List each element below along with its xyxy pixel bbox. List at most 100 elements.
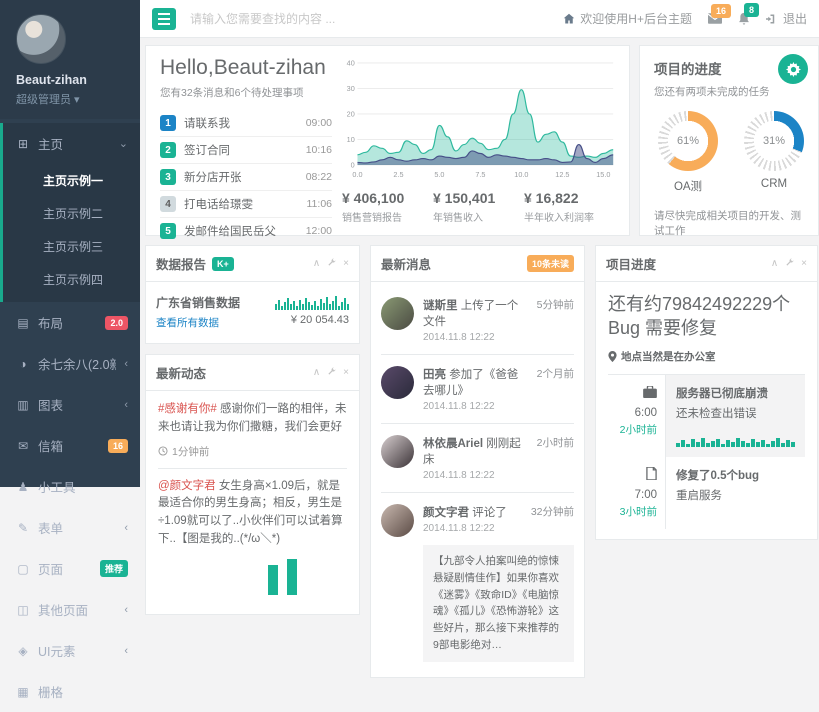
stats-row: ¥ 406,100 销售营销报告 ¥ 150,401 年销售收入 ¥ 16,82…: [342, 190, 615, 224]
yinyang-icon: ◑: [16, 357, 30, 371]
activity-item: @颜文字君 女生身高×1.09后，就是最适合你的男生身高；相反，男生是÷1.09…: [158, 469, 347, 604]
todo-number-badge: 2: [160, 142, 176, 158]
timeline: 6:00 2小时前 服务器已彻底崩溃 还未检查出错误: [608, 374, 805, 529]
svg-text:2.5: 2.5: [393, 171, 403, 179]
settings-button[interactable]: [778, 54, 808, 84]
project-progress-panel: 项目的进度 您还有两项未完成的任务 61% OA测 31% CRM 请尽快完成相…: [639, 45, 819, 236]
view-all-data-link[interactable]: 查看所有数据: [156, 315, 219, 330]
panel-title: 数据报告: [156, 254, 206, 273]
progress-subtitle: 您还有两项未完成的任务: [654, 84, 804, 99]
collapse-icon[interactable]: ∧: [313, 258, 320, 269]
todo-item[interactable]: 1 请联系我 09:00: [160, 110, 332, 137]
messages-button[interactable]: 16: [708, 13, 722, 24]
news-item[interactable]: 林依晨Ariel 刚刚起床 2014.11.8 12:22 2小时前: [381, 424, 574, 493]
timeline-item: 6:00 2小时前 服务器已彻底崩溃 还未检查出错误: [608, 375, 805, 457]
sidebar-item-other-pages[interactable]: ◫ 其他页面 ‹: [0, 589, 140, 630]
todo-item[interactable]: 4 打电话给璟雯 11:06: [160, 191, 332, 218]
sign-out-icon: [766, 13, 778, 25]
wrench-icon[interactable]: [327, 258, 336, 270]
wrench-icon[interactable]: [327, 367, 336, 379]
chevron-down-icon: ⌄: [119, 137, 128, 150]
mail-count-badge: 16: [108, 439, 128, 453]
stat-annual-revenue: ¥ 150,401 年销售收入: [433, 190, 524, 224]
collapse-icon[interactable]: ∧: [313, 367, 320, 378]
sidebar-toggle-button[interactable]: [152, 8, 176, 30]
unread-badge: 10条未读: [527, 255, 574, 272]
page-icon: ▢: [16, 562, 30, 576]
sidebar-item-pages[interactable]: ▢ 页面 推荐: [0, 548, 140, 589]
chevron-left-icon: ‹: [124, 522, 128, 534]
mention-link[interactable]: @颜文字君: [158, 480, 216, 492]
home-grid-icon: ⊞: [16, 137, 30, 151]
activity-item: #感谢有你# 感谢你们一路的相伴，未来也请让我为你们撒糖，我们会更好 1分钟前: [158, 401, 347, 469]
wrench-icon[interactable]: [785, 258, 794, 270]
location-line: 地点当然是在办公室: [608, 349, 805, 364]
ui-elements-icon: ◈: [16, 644, 30, 658]
close-icon[interactable]: ×: [343, 258, 349, 269]
avatar: [381, 366, 414, 399]
news-item[interactable]: 田亮 参加了《爸爸去哪儿》 2014.11.8 12:22 2个月前: [381, 355, 574, 424]
sidebar: Beaut-zihan 超级管理员 ▾ ⊞ 主页 ⌄ 主页示例一 主页示例二 主…: [0, 0, 140, 487]
layout-icon: ▤: [16, 316, 30, 330]
sidebar-subitem-home-2[interactable]: 主页示例二: [3, 197, 140, 230]
sidebar-subitem-home-4[interactable]: 主页示例四: [3, 263, 140, 296]
user-avatar[interactable]: [16, 14, 66, 64]
hashtag-link[interactable]: #感谢有你#: [158, 403, 217, 415]
grid-icon: ▦: [16, 685, 30, 699]
sales-area-chart: 0102030400.02.55.07.510.012.515.0: [342, 56, 615, 184]
notifications-button[interactable]: 8: [738, 12, 750, 25]
sidebar-subitem-home-1[interactable]: 主页示例一: [3, 164, 140, 197]
avatar: [381, 504, 414, 537]
svg-text:5.0: 5.0: [434, 171, 444, 179]
version-badge: 2.0: [105, 316, 128, 330]
chevron-left-icon: ‹: [124, 604, 128, 616]
svg-text:0.0: 0.0: [352, 171, 362, 179]
close-icon[interactable]: ×: [343, 367, 349, 378]
todo-item[interactable]: 3 新分店开张 08:22: [160, 164, 332, 191]
server-sparkline: [676, 429, 795, 447]
sidebar-item-forms[interactable]: ✎ 表单 ‹: [0, 507, 140, 548]
main-content: Hello,Beaut-zihan 您有32条消息和6个待处理事项 1 请联系我…: [140, 38, 819, 487]
sidebar-item-mailbox[interactable]: ✉ 信箱 16: [0, 425, 140, 466]
chart-icon: ▥: [16, 398, 30, 412]
quoted-comment: 【九部令人拍案叫绝的惊悚悬疑剧情佳作】如果你喜欢《迷雾》《致命ID》《电脑惊魂》…: [423, 545, 574, 662]
home-icon: [563, 13, 575, 25]
avatar: [381, 297, 414, 330]
sidebar-subitem-home-3[interactable]: 主页示例三: [3, 230, 140, 263]
news-item[interactable]: 颜文字君 评论了 2014.11.8 12:22 32分钟前 【九部令人拍案叫绝…: [381, 493, 574, 673]
todo-number-badge: 5: [160, 223, 176, 239]
sidebar-item-layout[interactable]: ▤ 布局 2.0: [0, 302, 140, 343]
todo-number-badge: 4: [160, 196, 176, 212]
activity-time: 1分钟前: [158, 444, 347, 459]
sidebar-item-home[interactable]: ⊞ 主页 ⌄: [3, 123, 140, 164]
close-icon[interactable]: ×: [801, 258, 807, 269]
profile-role-dropdown[interactable]: 超级管理员 ▾: [16, 91, 140, 107]
timeline-item: 7:00 3小时前 修复了0.5个bug 重启服务: [608, 457, 805, 529]
sidebar-item-misc[interactable]: ◑ 余七余八(2.0新增) ‹: [0, 343, 140, 384]
stat-sales-report: ¥ 406,100 销售营销报告: [342, 190, 433, 224]
todo-item[interactable]: 5 发邮件给国民岳父 12:00: [160, 218, 332, 244]
news-item[interactable]: 谜斯里 上传了一个文件 2014.11.8 12:22 5分钟前: [381, 286, 574, 355]
recommend-badge: 推荐: [100, 560, 128, 577]
project-timeline-panel: 项目进度 ∧ × 还有约79842492229个Bug 需要修复 地点当然是在办…: [595, 245, 818, 540]
kplus-badge: K+: [212, 257, 234, 271]
svg-text:15.0: 15.0: [596, 171, 610, 179]
report-amount: ¥ 20 054.43: [275, 314, 349, 326]
search-input[interactable]: [190, 12, 410, 26]
todo-item[interactable]: 2 签订合同 10:16: [160, 137, 332, 164]
sidebar-item-grid[interactable]: ▦ 栅格: [0, 671, 140, 712]
svg-text:7.5: 7.5: [475, 171, 485, 179]
crm-progress-donut: 31%: [744, 111, 804, 171]
chevron-left-icon: ‹: [124, 358, 128, 370]
form-icon: ✎: [16, 521, 30, 535]
mailbox-icon: ✉: [16, 439, 30, 453]
collapse-icon[interactable]: ∧: [771, 258, 778, 269]
message-count-badge: 16: [711, 4, 731, 18]
sidebar-item-charts[interactable]: ▥ 图表 ‹: [0, 384, 140, 425]
notification-count-badge: 8: [744, 3, 759, 17]
sidebar-item-ui-elements[interactable]: ◈ UI元素 ‹: [0, 630, 140, 671]
svg-text:30: 30: [347, 85, 355, 93]
logout-button[interactable]: 退出: [766, 10, 807, 27]
welcome-link[interactable]: 欢迎使用H+后台主题: [563, 10, 692, 27]
bug-headline: 还有约79842492229个Bug 需要修复: [608, 292, 805, 341]
